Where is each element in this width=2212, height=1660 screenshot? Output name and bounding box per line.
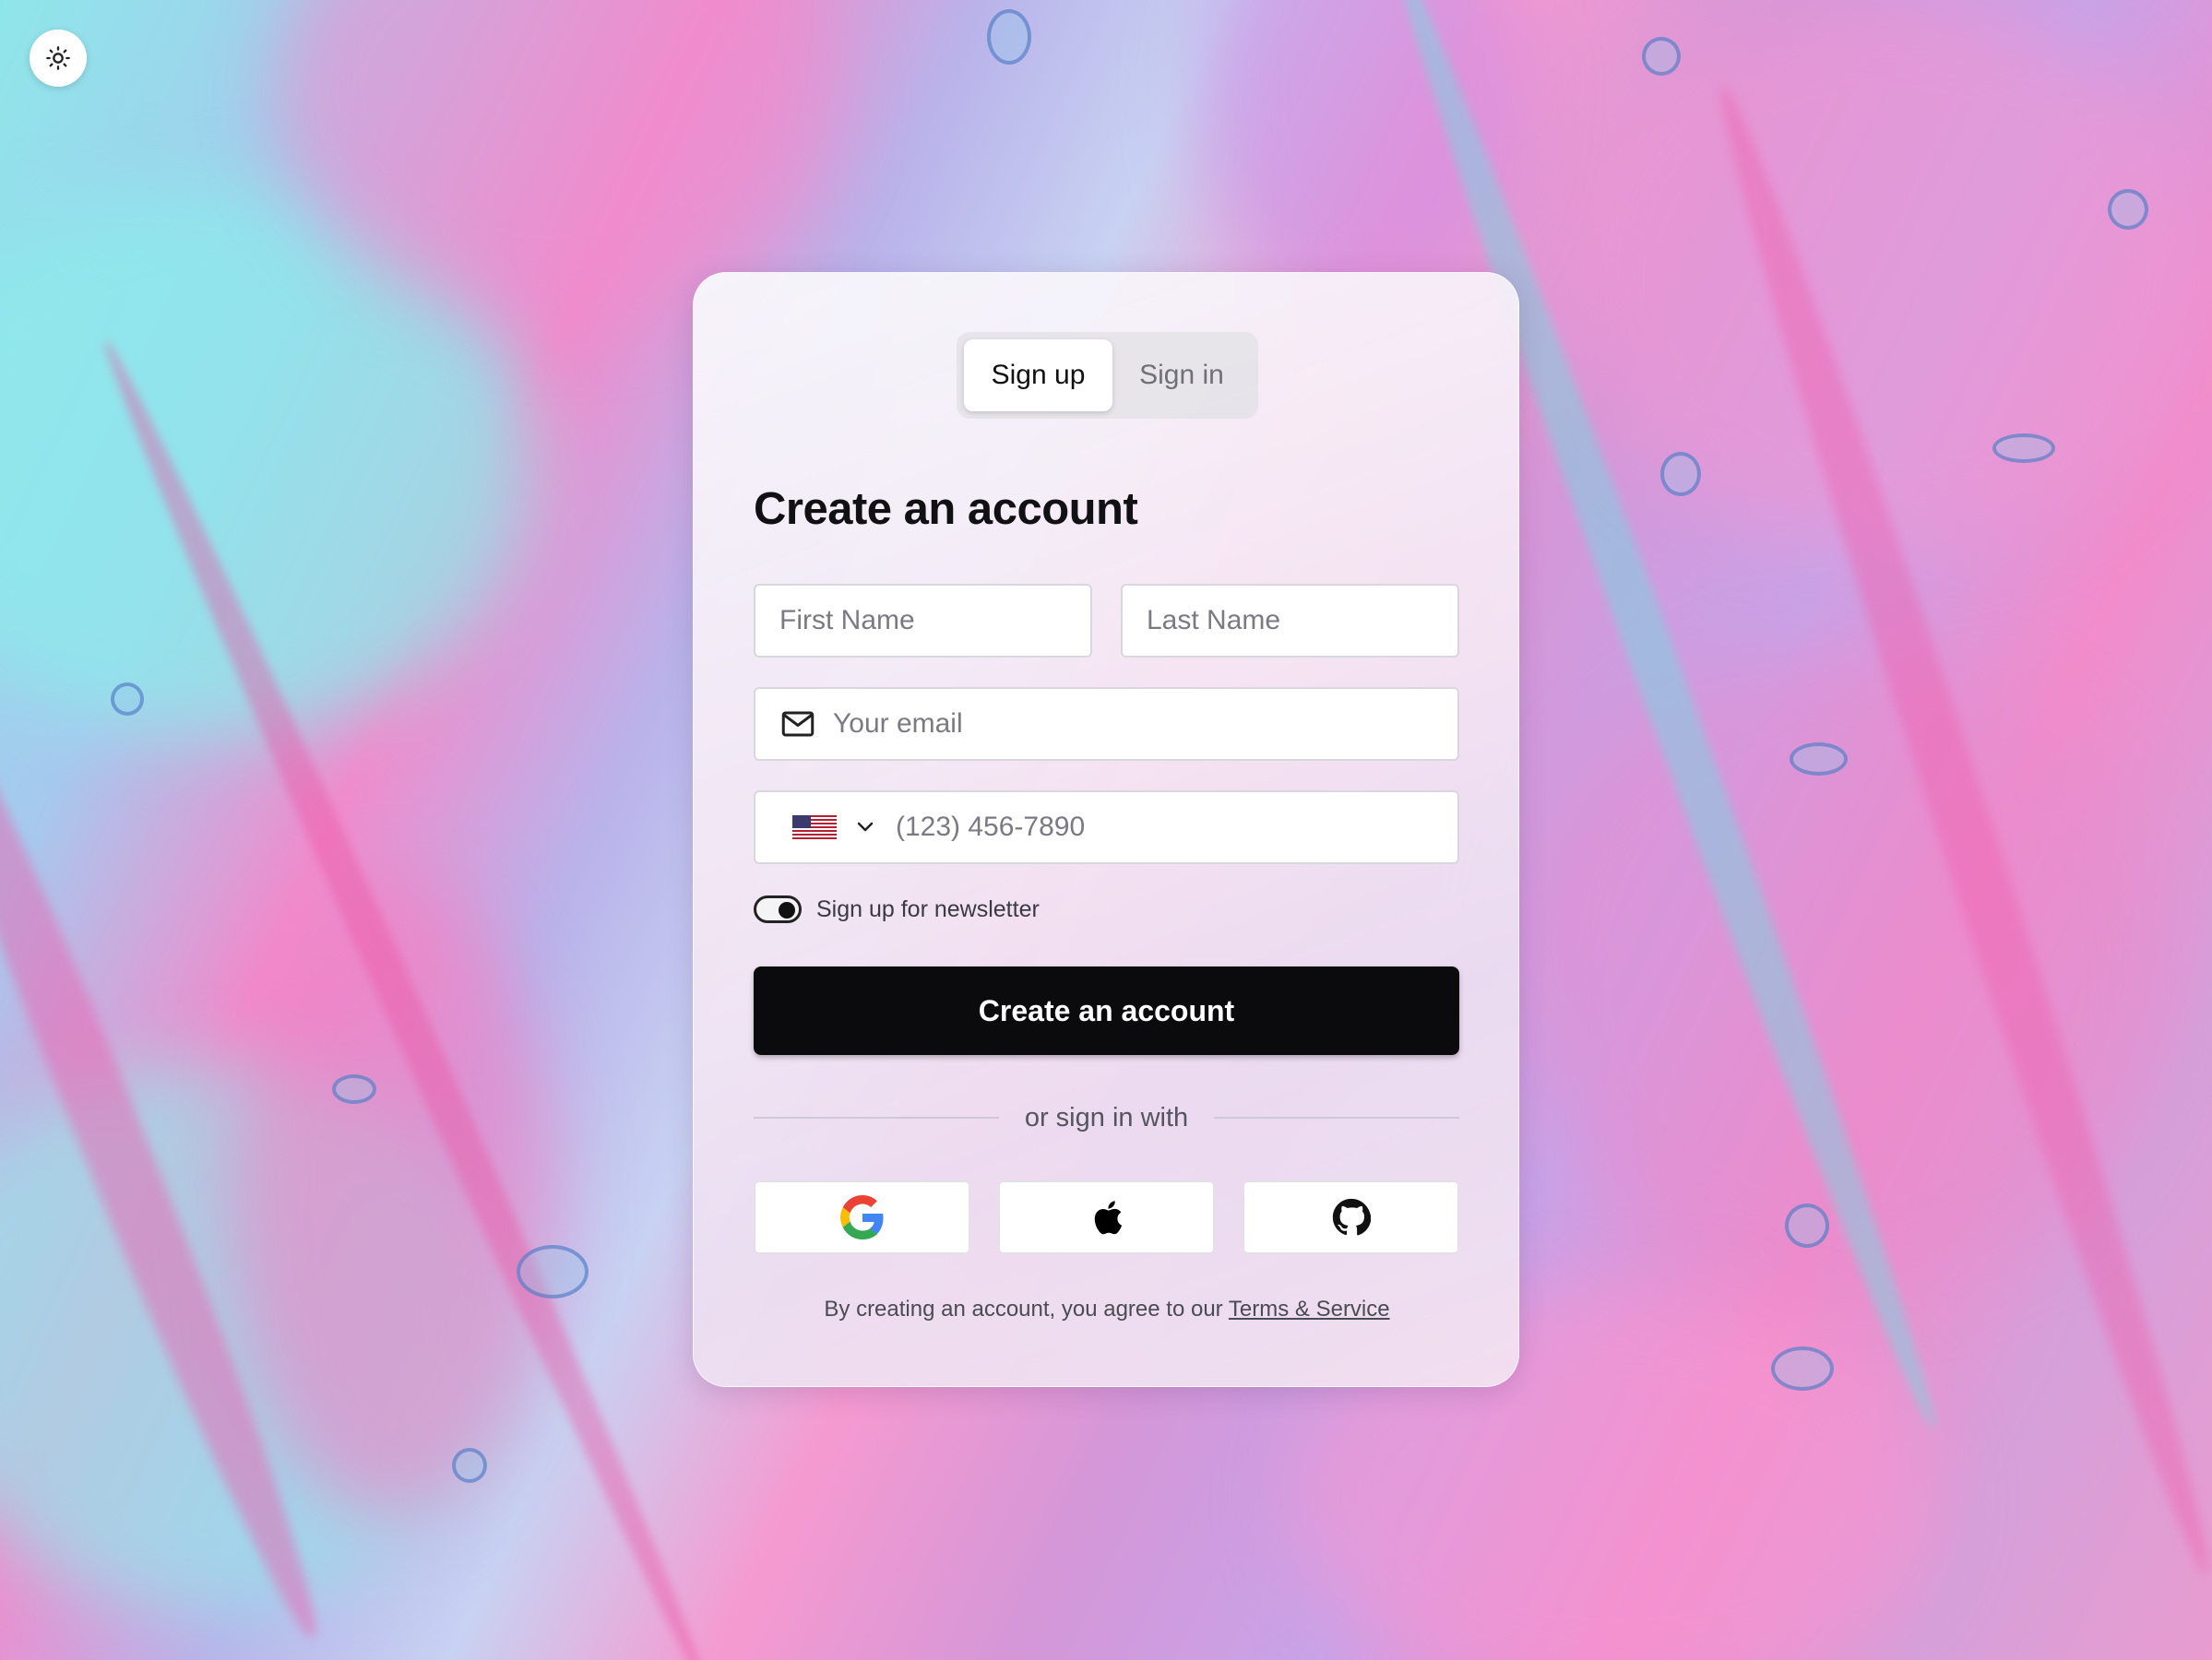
apple-signin-button[interactable] xyxy=(998,1180,1215,1254)
divider-line-left xyxy=(754,1117,999,1119)
apple-icon xyxy=(1094,1201,1122,1235)
chevron-down-icon xyxy=(857,822,874,832)
social-divider: or sign in with xyxy=(754,1099,1459,1136)
newsletter-row: Sign up for newsletter xyxy=(754,893,1040,926)
tab-sign-in[interactable]: Sign in xyxy=(1112,339,1251,411)
divider-text: or sign in with xyxy=(1024,1102,1189,1132)
google-icon xyxy=(839,1195,883,1239)
legal-notice: By creating an account, you agree to our… xyxy=(694,1297,1520,1322)
tab-sign-up[interactable]: Sign up xyxy=(964,339,1112,411)
newsletter-toggle[interactable] xyxy=(754,895,802,923)
phone-input[interactable] xyxy=(894,811,1457,844)
github-icon xyxy=(1332,1198,1371,1236)
email-field[interactable] xyxy=(754,687,1459,761)
first-name-input[interactable] xyxy=(778,604,1090,637)
divider-line-right xyxy=(1214,1117,1459,1119)
first-name-field[interactable] xyxy=(754,584,1092,658)
auth-tabs: Sign up Sign in xyxy=(957,332,1258,419)
country-select[interactable] xyxy=(792,815,874,839)
github-signin-button[interactable] xyxy=(1243,1180,1459,1254)
email-input[interactable] xyxy=(831,707,1457,741)
google-signin-button[interactable] xyxy=(754,1180,970,1254)
us-flag-icon xyxy=(792,815,837,839)
signup-card: Sign up Sign in Create an account First … xyxy=(693,272,1519,1387)
newsletter-label: Sign up for newsletter xyxy=(816,895,1040,922)
create-account-button[interactable]: Create an account xyxy=(754,966,1459,1055)
legal-prefix: By creating an account, you agree to our xyxy=(824,1297,1223,1322)
last-name-input[interactable] xyxy=(1145,604,1457,637)
theme-toggle-button[interactable] xyxy=(30,30,87,87)
toggle-knob xyxy=(779,902,795,919)
mail-icon xyxy=(781,711,815,737)
last-name-field[interactable] xyxy=(1121,584,1459,658)
terms-link[interactable]: Terms & Service xyxy=(1229,1297,1390,1322)
page-title: Create an account xyxy=(754,484,1138,534)
phone-field[interactable] xyxy=(754,790,1459,864)
sun-icon xyxy=(46,46,70,70)
